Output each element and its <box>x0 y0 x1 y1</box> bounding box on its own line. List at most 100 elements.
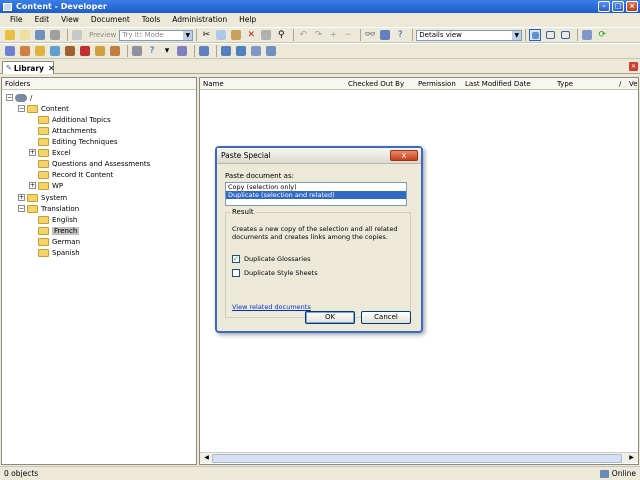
help-icon[interactable]: ? <box>394 29 406 41</box>
cut-icon[interactable]: ✂ <box>200 29 212 41</box>
duplicate-stylesheets-checkbox[interactable] <box>232 269 240 277</box>
tree-label: Additional Topics <box>52 115 111 124</box>
search-icon[interactable]: ⚲ <box>275 29 287 41</box>
scroll-left-icon[interactable]: ◀ <box>202 454 211 463</box>
find-icon[interactable]: 👓 <box>364 29 376 41</box>
tree-node-attachments[interactable]: Attachments <box>38 125 97 136</box>
history-icon[interactable] <box>265 45 277 57</box>
tree-node-system[interactable]: + System <box>18 192 67 203</box>
horizontal-scrollbar[interactable]: ◀ ▶ <box>200 452 638 463</box>
preview-icon[interactable] <box>71 29 83 41</box>
scroll-thumb[interactable] <box>212 454 622 463</box>
minimize-button[interactable]: – <box>598 1 610 12</box>
column-slash[interactable]: / <box>619 78 621 90</box>
menu-edit[interactable]: Edit <box>29 15 56 24</box>
expand-icon[interactable]: + <box>29 149 36 156</box>
new-role-icon[interactable] <box>94 45 106 57</box>
column-name[interactable]: Name <box>203 78 224 90</box>
duplicate-stylesheets-row[interactable]: Duplicate Style Sheets <box>232 269 318 277</box>
view-select[interactable]: Details view ▼ <box>416 29 523 41</box>
menu-document[interactable]: Document <box>85 15 136 24</box>
close-button[interactable]: × <box>626 1 638 12</box>
menu-administration[interactable]: Administration <box>166 15 233 24</box>
add-icon[interactable]: + <box>327 29 339 41</box>
ok-button[interactable]: OK <box>305 311 355 324</box>
tree-node-excel[interactable]: + Excel <box>29 147 71 158</box>
tree-node-wp[interactable]: + WP <box>29 180 63 191</box>
new-module-icon[interactable] <box>4 45 16 57</box>
cancel-button[interactable]: Cancel <box>361 311 411 324</box>
menu-view[interactable]: View <box>55 15 85 24</box>
column-checked-out-by[interactable]: Checked Out By <box>348 78 404 90</box>
column-type[interactable]: Type <box>557 78 573 90</box>
tree-node-questions[interactable]: Questions and Assessments <box>38 158 150 169</box>
collapse-icon[interactable]: − <box>18 205 25 212</box>
new-assessment-icon[interactable] <box>109 45 121 57</box>
column-permission[interactable]: Permission <box>418 78 456 90</box>
tree-node-editing-techniques[interactable]: Editing Techniques <box>38 136 118 147</box>
paste-options-list[interactable]: Copy (selection only) Duplicate (selecti… <box>225 182 407 206</box>
scroll-right-icon[interactable]: ▶ <box>627 454 636 463</box>
new-glossary-icon[interactable] <box>79 45 91 57</box>
spellcheck-icon[interactable] <box>379 29 391 41</box>
question-link-icon[interactable]: ? <box>146 45 158 57</box>
tree-node-translation[interactable]: − Translation <box>18 203 79 214</box>
undo-icon[interactable]: ↶ <box>297 29 309 41</box>
dropdown-icon[interactable]: ▾ <box>161 45 173 57</box>
duplicate-glossaries-checkbox[interactable]: ✓ <box>232 255 240 263</box>
tree-node-english[interactable]: English <box>38 214 77 225</box>
new-web-page-icon[interactable] <box>49 45 61 57</box>
delete-icon[interactable]: ✕ <box>245 29 257 41</box>
layout-split-icon[interactable] <box>544 29 556 41</box>
redo-icon[interactable]: ↷ <box>312 29 324 41</box>
check-out-icon[interactable] <box>235 45 247 57</box>
tree-node-german[interactable]: German <box>38 236 80 247</box>
tree-node-content[interactable]: − Content <box>18 103 69 114</box>
expand-icon[interactable]: + <box>29 182 36 189</box>
tree-node-additional-topics[interactable]: Additional Topics <box>38 114 111 125</box>
layout-columns-icon[interactable] <box>559 29 571 41</box>
close-tab-icon[interactable]: ✕ <box>629 62 638 71</box>
new-section-icon[interactable] <box>19 45 31 57</box>
menu-help[interactable]: Help <box>233 15 262 24</box>
column-ve[interactable]: Ve <box>629 78 638 90</box>
properties-icon[interactable] <box>49 29 61 41</box>
column-last-modified[interactable]: Last Modified Date <box>465 78 531 90</box>
preview-button[interactable]: Preview <box>86 31 119 39</box>
layout-details-icon[interactable] <box>529 29 542 41</box>
tab-library[interactable]: ✎ Library ✕ <box>2 61 55 74</box>
undo-checkout-icon[interactable] <box>250 45 262 57</box>
dialog-close-button[interactable]: X <box>390 150 418 161</box>
export-icon[interactable] <box>581 29 593 41</box>
option-duplicate[interactable]: Duplicate (selection and related) <box>226 191 406 199</box>
rename-icon[interactable] <box>260 29 272 41</box>
link-icon[interactable] <box>131 45 143 57</box>
view-related-link[interactable]: View related documents <box>232 303 311 311</box>
copy-icon[interactable] <box>215 29 227 41</box>
maximize-button[interactable]: □ <box>612 1 624 12</box>
tree-node-spanish[interactable]: Spanish <box>38 247 80 258</box>
edit-link-icon[interactable] <box>176 45 188 57</box>
save-icon[interactable] <box>34 29 46 41</box>
open-folder-icon[interactable] <box>4 29 16 41</box>
menu-file[interactable]: File <box>4 15 29 24</box>
expand-icon[interactable]: + <box>18 194 25 201</box>
new-document-icon[interactable] <box>19 29 31 41</box>
collapse-icon[interactable]: − <box>6 94 13 101</box>
tree-node-root[interactable]: − / <box>6 92 32 103</box>
option-copy[interactable]: Copy (selection only) <box>226 183 406 191</box>
remove-icon[interactable]: − <box>342 29 354 41</box>
close-icon[interactable]: ✕ <box>48 64 55 73</box>
mode-select[interactable]: Try It! Mode ▼ <box>119 29 194 41</box>
new-topic-icon[interactable] <box>34 45 46 57</box>
menu-tools[interactable]: Tools <box>136 15 166 24</box>
tree-node-record-it[interactable]: Record It Content <box>38 169 113 180</box>
paste-icon[interactable] <box>230 29 242 41</box>
tree-node-french[interactable]: French <box>38 225 80 236</box>
new-package-icon[interactable] <box>64 45 76 57</box>
collapse-icon[interactable]: − <box>18 105 25 112</box>
check-in-icon[interactable] <box>220 45 232 57</box>
publish-icon[interactable] <box>198 45 210 57</box>
refresh-icon[interactable]: ⟳ <box>596 29 608 41</box>
duplicate-glossaries-row[interactable]: ✓ Duplicate Glossaries <box>232 255 310 263</box>
